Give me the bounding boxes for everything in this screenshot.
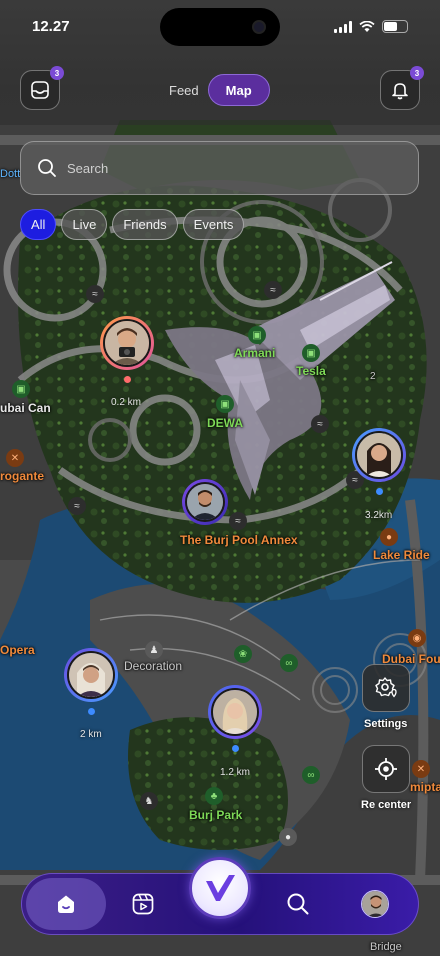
user-distance-4: 2 km (80, 729, 102, 740)
user-avatar-photo (185, 482, 225, 522)
search-bar[interactable] (20, 141, 419, 195)
status-time: 12.27 (32, 18, 70, 35)
search-icon (38, 159, 56, 177)
user-avatar-photo (355, 431, 403, 479)
poi-decoration-icon[interactable]: ♟ (145, 641, 163, 659)
settings-button[interactable] (362, 664, 410, 712)
user-distance-3: 3.2km (365, 510, 393, 521)
user-status-dot (124, 376, 131, 383)
poi-park-icon[interactable]: ❀ (234, 645, 252, 663)
notification-badge: 3 (410, 66, 424, 80)
filter-chip-friends[interactable]: Friends (112, 209, 178, 240)
user-avatar-photo (211, 688, 259, 736)
create-button[interactable] (189, 857, 251, 919)
poi-restaurant-icon-2[interactable]: ✕ (412, 760, 430, 778)
search-input[interactable] (67, 160, 387, 176)
poi-camera-icon[interactable]: ◉ (408, 629, 426, 647)
poi-burj-park-icon[interactable]: ♣ (205, 787, 223, 805)
nav-profile-button[interactable] (351, 880, 399, 928)
poi-pool-icon[interactable]: ≈ (229, 512, 247, 530)
search-icon (287, 893, 309, 915)
poi-binoculars-icon-2[interactable]: ∞ (302, 766, 320, 784)
battery-icon (382, 20, 408, 33)
user-avatar-photo (103, 319, 151, 367)
settings-label: Settings (364, 718, 408, 730)
nav-reels-button[interactable] (119, 880, 167, 928)
recenter-button[interactable] (362, 745, 410, 793)
poi-restaurant-icon[interactable]: ✕ (6, 449, 24, 467)
user-marker-3[interactable] (352, 428, 406, 495)
poi-person-icon[interactable]: ● (279, 828, 297, 846)
dynamic-island (160, 8, 280, 46)
poi-fountain-icon-5[interactable]: ≈ (311, 415, 329, 433)
user-marker-1[interactable] (100, 316, 154, 383)
reels-icon (132, 893, 154, 915)
user-marker-4[interactable] (64, 648, 118, 715)
settings-location-icon (375, 677, 397, 698)
user-distance-1: 0.2 km (111, 397, 142, 408)
user-avatar-photo (67, 651, 115, 699)
logo-icon (206, 875, 235, 901)
user-status-dot (88, 708, 95, 715)
filter-chip-all[interactable]: All (20, 209, 57, 240)
poi-fountain-icon-3[interactable]: ≈ (68, 497, 86, 515)
user-marker-5[interactable] (208, 685, 262, 752)
poi-dog-icon[interactable]: ♞ (140, 792, 158, 810)
notifications-button[interactable]: 3 (380, 66, 424, 110)
view-switcher: Feed Map (160, 74, 270, 106)
filter-chip-live[interactable]: Live (61, 209, 108, 240)
poi-armani-icon[interactable]: ▣ (248, 326, 266, 344)
poi-lake-ride-icon[interactable]: ● (380, 528, 398, 546)
user-marker-2[interactable] (182, 479, 228, 525)
user-status-dot (232, 745, 239, 752)
nav-home-button[interactable] (26, 878, 106, 930)
profile-avatar (361, 890, 389, 918)
user-distance-5: 1.2 km (220, 767, 251, 778)
user-status-dot (376, 488, 383, 495)
bell-icon (392, 83, 408, 100)
tab-map[interactable]: Map (207, 74, 270, 106)
recenter-label: Re center (361, 799, 412, 811)
crosshair-icon (375, 758, 397, 780)
nav-search-button[interactable] (274, 880, 322, 928)
camera-icon (252, 20, 266, 34)
poi-binoculars-icon[interactable]: ∞ (280, 654, 298, 672)
poi-tesla-icon[interactable]: ▣ (302, 344, 320, 362)
poi-fountain-icon[interactable]: ≈ (264, 281, 282, 299)
inbox-icon (31, 81, 49, 99)
home-icon (58, 895, 74, 913)
poi-dubai-can-icon[interactable]: ▣ (12, 380, 30, 398)
filter-chips: All Live Friends Events (20, 209, 245, 240)
poi-dewa-icon[interactable]: ▣ (216, 395, 234, 413)
inbox-button[interactable]: 3 (20, 66, 64, 110)
status-icons (334, 20, 408, 33)
tab-feed[interactable]: Feed (160, 74, 208, 106)
poi-fountain-icon-2[interactable]: ≈ (86, 285, 104, 303)
filter-chip-events[interactable]: Events (182, 209, 245, 240)
wifi-icon (359, 20, 375, 32)
inbox-badge: 3 (50, 66, 64, 80)
signal-icon (334, 20, 352, 33)
